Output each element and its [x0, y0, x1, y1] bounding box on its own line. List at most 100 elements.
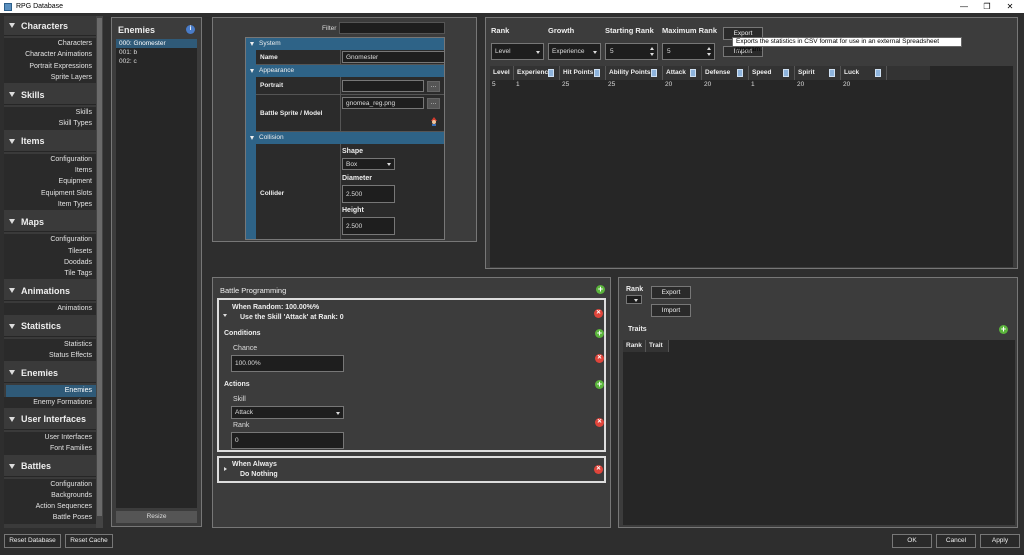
maximum-rank-stepper[interactable]: 5	[662, 43, 715, 60]
sidebar-item[interactable]: Configuration	[4, 153, 96, 166]
apply-button[interactable]: Apply	[980, 534, 1020, 548]
reset-cache-button[interactable]: Reset Cache	[65, 534, 113, 548]
skill-select[interactable]: Attack	[231, 406, 344, 419]
portrait-field[interactable]	[342, 80, 424, 92]
sidebar-item[interactable]: Statistics	[4, 338, 96, 351]
list-item[interactable]: 002: c	[116, 57, 197, 66]
list-item[interactable]: 001: b	[116, 48, 197, 57]
table-cell[interactable]: 1	[751, 81, 755, 88]
remove-icon[interactable]: ✕	[594, 465, 603, 474]
sidebar-item[interactable]: Status Effects	[4, 350, 96, 362]
nav-group-header[interactable]: User Interfaces	[4, 409, 96, 430]
formula-icon[interactable]	[737, 69, 743, 77]
sidebar-item[interactable]: Tile Tags	[4, 268, 96, 280]
column-header[interactable]: Hit Points	[560, 66, 606, 80]
sidebar-item[interactable]: Items	[4, 165, 96, 177]
nav-group-header[interactable]: Items	[4, 131, 96, 152]
traits-export-button[interactable]: Export	[651, 286, 691, 299]
nav-scrollbar-thumb[interactable]	[97, 18, 102, 516]
table-cell[interactable]: 25	[608, 81, 615, 88]
sidebar-item[interactable]: Equipment	[4, 176, 96, 188]
add-icon[interactable]: +	[596, 285, 605, 294]
diameter-field[interactable]: 2.500	[342, 185, 395, 203]
list-item[interactable]: 000: Gnomester	[116, 39, 197, 48]
column-header[interactable]: Ability Points	[606, 66, 663, 80]
traits-import-button[interactable]: Import	[651, 304, 691, 317]
remove-icon[interactable]: ✕	[594, 309, 603, 318]
sidebar-item[interactable]: Skill Types	[4, 118, 96, 130]
nav-group-header[interactable]: Characters	[4, 16, 96, 36]
sprite-browse-button[interactable]: ...	[427, 98, 440, 109]
sidebar-item[interactable]: Item Types	[4, 198, 96, 211]
sidebar-item[interactable]: Action Sequences	[4, 501, 96, 513]
table-cell[interactable]: 20	[843, 81, 850, 88]
sidebar-item[interactable]: Font Families	[4, 443, 96, 455]
sidebar-item[interactable]: Battle Poses	[4, 512, 96, 524]
sidebar-item[interactable]: Configuration	[4, 234, 96, 246]
table-cell[interactable]: 25	[562, 81, 569, 88]
sidebar-item[interactable]: Portrait Expressions	[4, 60, 96, 72]
column-header[interactable]: Defense	[702, 66, 749, 80]
nav-scrollbar[interactable]	[96, 16, 103, 528]
behavior-card-always[interactable]: When Always Do Nothing ✕	[217, 456, 606, 483]
filter-input[interactable]	[339, 22, 445, 34]
nav-group-header[interactable]: Animations	[4, 281, 96, 302]
sidebar-item[interactable]: Doodads	[4, 256, 96, 269]
column-header[interactable]: Luck	[841, 66, 887, 80]
shape-select[interactable]: Box	[342, 158, 395, 170]
sidebar-item[interactable]: Animations	[4, 303, 96, 315]
reset-database-button[interactable]: Reset Database	[4, 534, 61, 548]
height-field[interactable]: 2.500	[342, 217, 395, 235]
formula-icon[interactable]	[651, 69, 657, 77]
formula-icon[interactable]	[875, 69, 881, 77]
stepper-down-icon[interactable]	[707, 53, 711, 56]
table-cell[interactable]: 20	[797, 81, 804, 88]
chevron-right-icon[interactable]	[224, 467, 227, 471]
nav-group-header[interactable]: System	[4, 525, 96, 528]
info-icon[interactable]: i	[186, 25, 195, 34]
stepper-up-icon[interactable]	[650, 47, 654, 50]
column-header[interactable]: Attack	[663, 66, 702, 80]
resize-button[interactable]: Resize	[116, 511, 197, 523]
nav-group-header[interactable]: Battles	[4, 456, 96, 477]
sidebar-item[interactable]: Configuration	[4, 478, 96, 490]
category-appearance[interactable]: Appearance	[246, 65, 444, 77]
close-button[interactable]: ✕	[999, 0, 1021, 13]
sidebar-item[interactable]: User Interfaces	[4, 431, 96, 444]
column-header[interactable]: Speed	[749, 66, 795, 80]
sidebar-item[interactable]: Enemies	[6, 385, 96, 397]
action-rank-field[interactable]: 0	[231, 432, 344, 449]
growth-select[interactable]: Experience	[548, 43, 601, 60]
formula-icon[interactable]	[783, 69, 789, 77]
remove-action-icon[interactable]: ✕	[595, 418, 604, 427]
formula-icon[interactable]	[690, 69, 696, 77]
minimize-button[interactable]: —	[953, 0, 975, 13]
column-header[interactable]: Experience	[514, 66, 560, 80]
nav-group-header[interactable]: Maps	[4, 212, 96, 233]
nav-group-header[interactable]: Statistics	[4, 316, 96, 337]
chance-field[interactable]: 100.00%	[231, 355, 344, 372]
column-header[interactable]: Trait	[646, 340, 669, 352]
table-cell[interactable]: 5	[492, 81, 496, 88]
sprite-field[interactable]: gnomea_reg.png	[342, 97, 424, 109]
formula-icon[interactable]	[594, 69, 600, 77]
table-cell[interactable]: 20	[665, 81, 672, 88]
table-cell[interactable]: 20	[704, 81, 711, 88]
category-system[interactable]: System	[246, 38, 444, 50]
cancel-button[interactable]: Cancel	[936, 534, 976, 548]
behavior-card-random[interactable]: When Random: 100.00%% Use the Skill 'Att…	[217, 298, 606, 452]
rank-select[interactable]: Level	[491, 43, 544, 60]
column-header[interactable]: Rank	[623, 340, 646, 352]
chevron-down-icon[interactable]	[223, 314, 227, 317]
nav-group-header[interactable]: Skills	[4, 85, 96, 106]
sidebar-item[interactable]: Character Animations	[4, 49, 96, 61]
ok-button[interactable]: OK	[892, 534, 932, 548]
table-cell[interactable]: 1	[516, 81, 520, 88]
sidebar-item[interactable]: Enemy Formations	[4, 396, 96, 408]
sidebar-item[interactable]: Backgrounds	[4, 489, 96, 502]
add-action-icon[interactable]: +	[595, 380, 604, 389]
stepper-up-icon[interactable]	[707, 47, 711, 50]
stepper-down-icon[interactable]	[650, 53, 654, 56]
sidebar-item[interactable]: Tilesets	[4, 245, 96, 257]
sidebar-item[interactable]: Sprite Layers	[4, 71, 96, 84]
